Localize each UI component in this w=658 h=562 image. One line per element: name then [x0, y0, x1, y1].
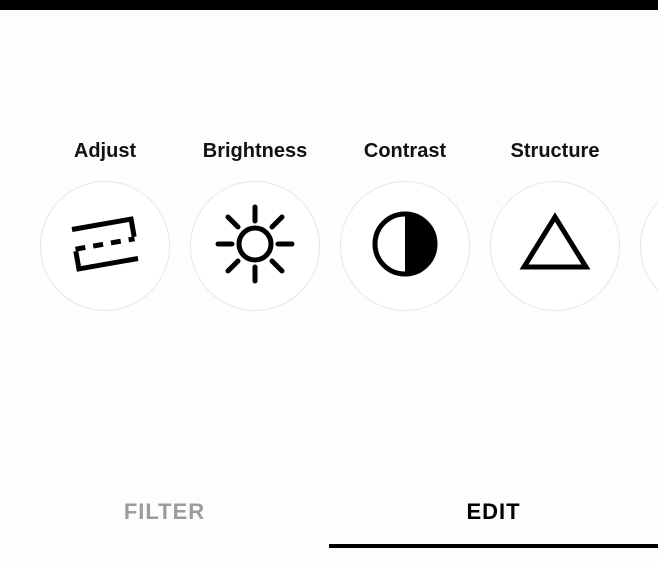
tool-icon-wrap: [40, 181, 170, 311]
tool-icon-wrap: [340, 181, 470, 311]
tool-adjust[interactable]: Adjust: [30, 140, 180, 311]
bottom-tabs: FILTER EDIT: [0, 482, 658, 542]
tool-contrast[interactable]: Contrast: [330, 140, 480, 311]
tool-brightness[interactable]: Brightness: [180, 140, 330, 311]
brightness-icon: [210, 199, 300, 294]
tool-icon-wrap: [490, 181, 620, 311]
tool-structure[interactable]: Structure: [480, 140, 630, 311]
tool-label: Adjust: [74, 140, 136, 163]
top-bar: [0, 0, 658, 10]
tool-label: Brightness: [203, 140, 307, 163]
tab-edit[interactable]: EDIT: [329, 482, 658, 542]
contrast-icon: [366, 205, 444, 288]
structure-icon: [516, 205, 594, 288]
tool-warmth[interactable]: W: [630, 140, 658, 311]
tool-icon-wrap: [190, 181, 320, 311]
tool-icon-wrap: [640, 181, 658, 311]
adjust-icon: [66, 205, 144, 288]
tool-label: Structure: [511, 140, 600, 163]
tool-label: Contrast: [364, 140, 446, 163]
edit-tools-row: Adjust Brightness: [0, 140, 658, 311]
tab-filter[interactable]: FILTER: [0, 482, 329, 542]
